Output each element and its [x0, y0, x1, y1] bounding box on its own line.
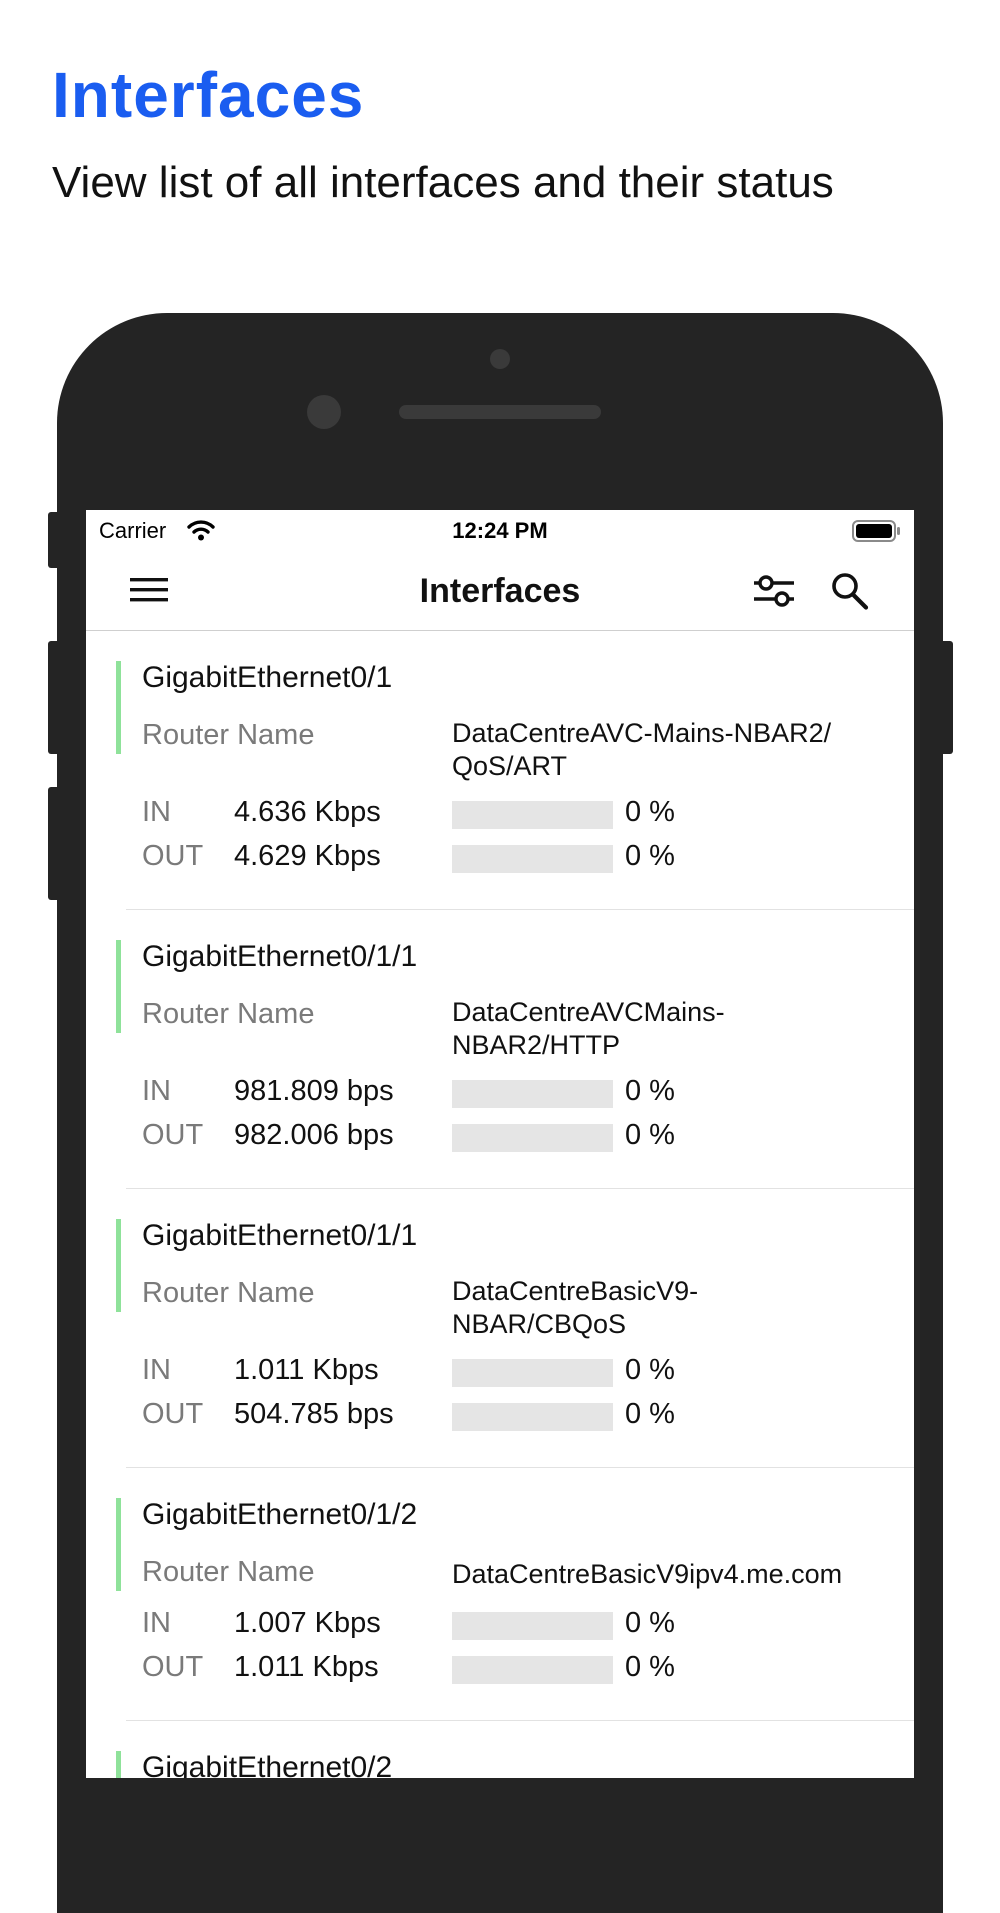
out-utilization-bar [452, 1656, 613, 1684]
interface-name: GigabitEthernet0/2 [142, 1751, 393, 1778]
in-utilization-bar [452, 1359, 613, 1387]
in-utilization-bar [452, 801, 613, 829]
out-label: OUT [142, 1651, 204, 1683]
interface-name: GigabitEthernet0/1/2 [142, 1498, 418, 1531]
router-name-value: DataCentreBasicV9ipv4.me.com [452, 1559, 843, 1589]
interface-card[interactable]: GigabitEthernet0/1/1 Router Name DataCen… [86, 910, 914, 1189]
battery-icon [852, 520, 902, 547]
interface-card[interactable]: GigabitEthernet0/1/2 Router Name DataCen… [86, 1468, 914, 1721]
in-utilization-bar [452, 1080, 613, 1108]
interface-card[interactable]: GigabitEthernet0/1 Router Name DataCentr… [86, 631, 914, 910]
earpiece-speaker [399, 405, 601, 419]
router-name-value: DataCentreAVC-Mains-NBAR2/ QoS/ART [452, 718, 832, 781]
router-name-label: Router Name [142, 1556, 315, 1588]
out-rate: 504.785 bps [234, 1398, 394, 1430]
status-accent-bar [116, 940, 121, 1033]
out-utilization-bar [452, 845, 613, 873]
in-label: IN [142, 1354, 171, 1386]
device-power-button [943, 641, 953, 754]
out-utilization-bar [452, 1124, 613, 1152]
out-utilization-bar [452, 1403, 613, 1431]
out-label: OUT [142, 1398, 204, 1430]
out-percent: 0 % [625, 840, 675, 872]
status-accent-bar [116, 1498, 121, 1591]
status-accent-bar [116, 1751, 121, 1778]
status-accent-bar [116, 661, 121, 754]
out-percent: 0 % [625, 1119, 675, 1151]
in-rate: 1.011 Kbps [234, 1354, 379, 1386]
front-camera [307, 395, 341, 429]
in-percent: 0 % [625, 1075, 675, 1107]
status-time: 12:24 PM [452, 518, 548, 543]
interface-card[interactable]: GigabitEthernet0/1/1 Router Name DataCen… [86, 1189, 914, 1468]
in-rate: 4.636 Kbps [234, 796, 381, 828]
interface-card[interactable]: GigabitEthernet0/2 [86, 1721, 914, 1778]
in-rate: 1.007 Kbps [234, 1607, 381, 1639]
out-percent: 0 % [625, 1398, 675, 1430]
phone-screen: Carrier 12:24 PM Interfaces GigabitEther… [86, 510, 914, 1778]
router-name-label: Router Name [142, 1277, 315, 1309]
in-label: IN [142, 1607, 171, 1639]
router-name-value: DataCentreAVCMains- NBAR2/HTTP [452, 997, 725, 1060]
out-label: OUT [142, 840, 204, 872]
in-label: IN [142, 796, 171, 828]
in-label: IN [142, 1075, 171, 1107]
status-accent-bar [116, 1219, 121, 1312]
interface-name: GigabitEthernet0/1 [142, 661, 393, 694]
out-label: OUT [142, 1119, 204, 1151]
in-percent: 0 % [625, 1607, 675, 1639]
out-rate: 982.006 bps [234, 1119, 394, 1151]
interface-name: GigabitEthernet0/1/1 [142, 1219, 418, 1252]
router-name-label: Router Name [142, 719, 315, 751]
search-icon[interactable] [830, 570, 870, 617]
out-percent: 0 % [625, 1651, 675, 1683]
interface-name: GigabitEthernet0/1/1 [142, 940, 418, 973]
router-name-label: Router Name [142, 998, 315, 1030]
router-name-value: DataCentreBasicV9- NBAR/CBQoS [452, 1276, 699, 1339]
interface-list[interactable]: GigabitEthernet0/1 Router Name DataCentr… [86, 631, 914, 1778]
out-rate: 4.629 Kbps [234, 840, 381, 872]
filter-sliders-icon[interactable] [752, 570, 796, 617]
nav-bar: Interfaces [86, 552, 914, 631]
promo-subtitle: View list of all interfaces and their st… [52, 158, 834, 207]
promo-title: Interfaces [52, 59, 365, 131]
in-utilization-bar [452, 1612, 613, 1640]
status-bar: Carrier 12:24 PM [86, 510, 914, 552]
proximity-sensor [490, 349, 510, 369]
out-rate: 1.011 Kbps [234, 1651, 379, 1683]
in-percent: 0 % [625, 796, 675, 828]
in-rate: 981.809 bps [234, 1075, 394, 1107]
in-percent: 0 % [625, 1354, 675, 1386]
